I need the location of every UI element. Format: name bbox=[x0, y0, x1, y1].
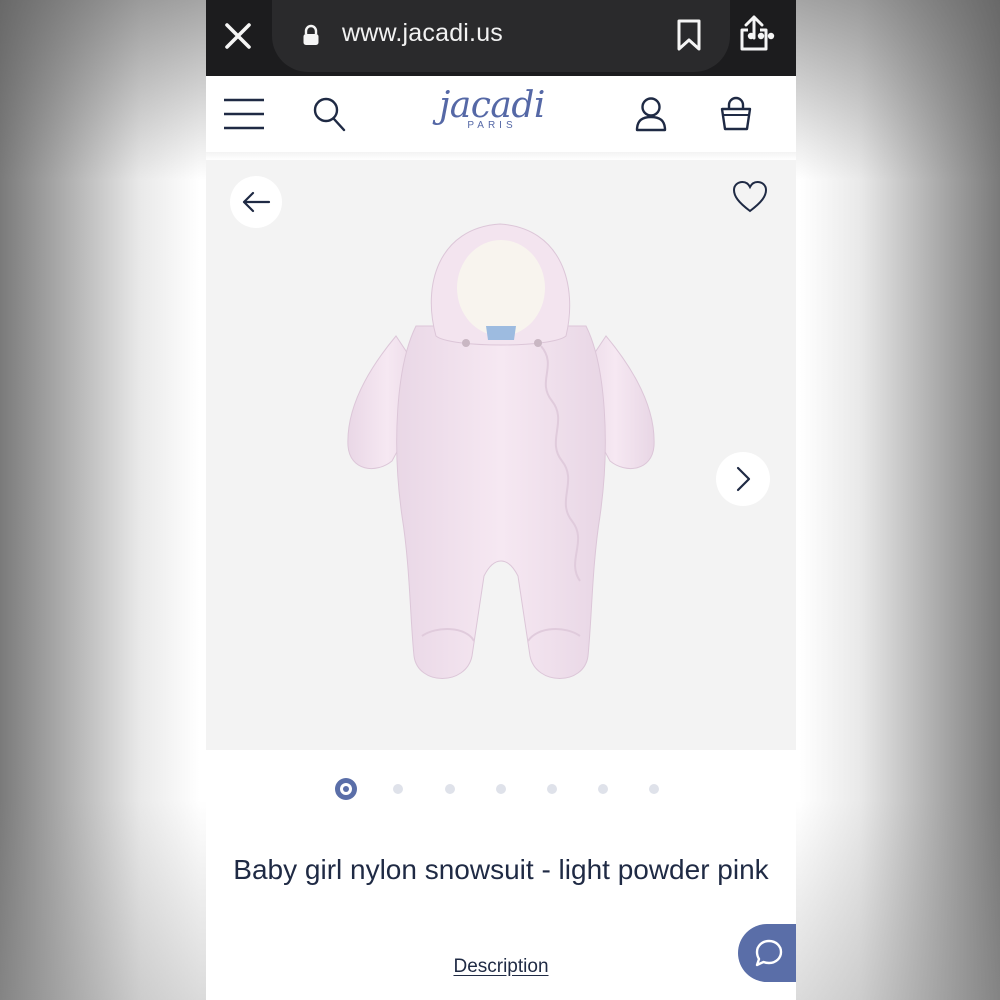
more-icon[interactable] bbox=[746, 22, 776, 50]
back-button[interactable] bbox=[230, 176, 282, 228]
shopping-bag-icon[interactable] bbox=[720, 96, 752, 132]
browser-toolbar: www.jacadi.us bbox=[206, 0, 796, 76]
pagination-dot-active[interactable] bbox=[335, 778, 357, 800]
pagination-dot[interactable] bbox=[598, 784, 608, 794]
jacadi-logo[interactable]: jacadi PARIS bbox=[432, 86, 552, 142]
pagination-dot[interactable] bbox=[649, 784, 659, 794]
address-bar[interactable]: www.jacadi.us bbox=[272, 0, 768, 72]
url-text: www.jacadi.us bbox=[342, 19, 503, 47]
menu-icon[interactable] bbox=[224, 98, 264, 130]
bookmark-icon[interactable] bbox=[676, 18, 702, 52]
mobile-screen: www.jacadi.us jacadi PARIS Baby girl nyl… bbox=[206, 0, 796, 1000]
image-pagination bbox=[206, 776, 796, 804]
account-icon[interactable] bbox=[634, 96, 668, 132]
pagination-dot[interactable] bbox=[547, 784, 557, 794]
product-gallery[interactable] bbox=[206, 160, 796, 750]
chevron-right-icon bbox=[736, 466, 751, 492]
lock-icon bbox=[303, 24, 319, 45]
pagination-dot[interactable] bbox=[445, 784, 455, 794]
chat-button[interactable] bbox=[738, 924, 796, 982]
pagination-dot[interactable] bbox=[393, 784, 403, 794]
chat-bubble-icon bbox=[755, 939, 783, 967]
arrow-left-icon bbox=[242, 191, 271, 213]
search-icon[interactable] bbox=[312, 96, 346, 132]
pagination-dot[interactable] bbox=[496, 784, 506, 794]
product-image-snowsuit bbox=[347, 223, 655, 679]
product-title: Baby girl nylon snowsuit - light powder … bbox=[233, 854, 769, 885]
description-link[interactable]: Description bbox=[206, 956, 796, 978]
close-icon bbox=[225, 23, 251, 49]
header-divider bbox=[206, 152, 796, 160]
close-button[interactable] bbox=[220, 16, 256, 56]
next-image-button[interactable] bbox=[716, 452, 770, 506]
heart-icon[interactable] bbox=[732, 180, 768, 214]
site-header: jacadi PARIS bbox=[206, 76, 796, 153]
